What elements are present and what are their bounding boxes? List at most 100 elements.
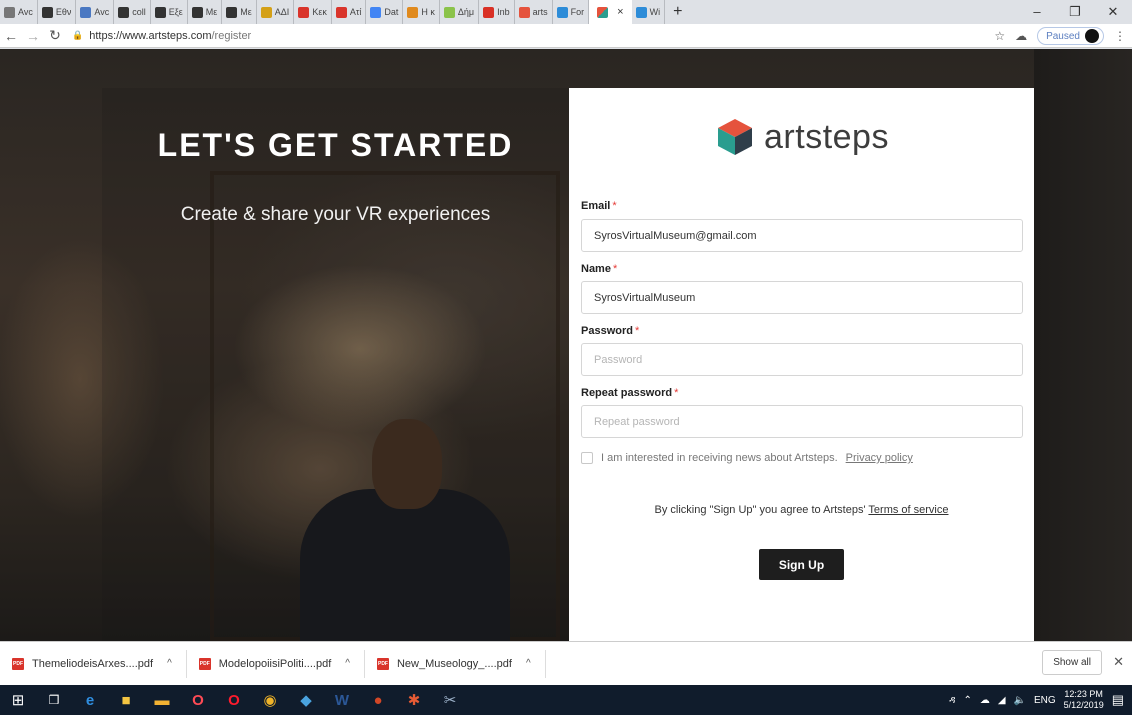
minimize-button[interactable]: – <box>1018 0 1056 24</box>
tab-title: Με <box>205 7 218 17</box>
bookmark-star-icon[interactable]: ☆ <box>994 29 1005 43</box>
tab-4[interactable]: Εξε <box>151 0 188 24</box>
chrome-icon[interactable]: ◉ <box>252 691 288 709</box>
word-icon[interactable]: W <box>324 692 360 709</box>
maximize-button[interactable]: ❐ <box>1056 0 1094 24</box>
password-label: Password * <box>581 325 640 337</box>
tab-title: Ατί <box>349 7 362 17</box>
tab-7[interactable]: ΑΔΙ <box>257 0 295 24</box>
artsteps-logo[interactable]: artsteps <box>569 116 1034 158</box>
tab-favicon-icon <box>635 6 647 18</box>
tab-favicon-icon <box>556 6 568 18</box>
close-tab-icon[interactable]: × <box>617 6 623 18</box>
tab-active-artsteps[interactable]: × <box>589 0 632 24</box>
system-tray: ዳ ⌃ ☁ ◢ 🔈 ENG 12:23 PM 5/12/2019 ▤ <box>949 685 1124 715</box>
tab-title: arts <box>532 7 548 17</box>
tab-11[interactable]: Η κ <box>403 0 440 24</box>
file-explorer-icon[interactable]: ▬ <box>144 692 180 709</box>
tab-14[interactable]: arts <box>515 0 553 24</box>
background-right <box>1034 49 1132 641</box>
terms-text: By clicking "Sign Up" you agree to Artst… <box>654 504 866 516</box>
tab-15[interactable]: For <box>553 0 590 24</box>
menu-icon[interactable]: ⋮ <box>1114 29 1126 43</box>
tab-2[interactable]: Avc <box>76 0 115 24</box>
profile-paused-button[interactable]: Paused <box>1037 27 1104 45</box>
opera-icon[interactable]: O <box>216 692 252 709</box>
paint-icon[interactable]: ✱ <box>396 691 432 709</box>
tab-13[interactable]: Inb <box>479 0 515 24</box>
volume-icon[interactable]: 🔈 <box>1014 695 1026 706</box>
notifications-icon[interactable]: ▤ <box>1112 692 1124 708</box>
tab-strip: Avc Εθν Avc coll Εξε Με Με ΑΔΙ Κεκ Ατί Dat Η κ Δήμ In… <box>0 0 1132 24</box>
tab-12[interactable]: Δήμ <box>440 0 480 24</box>
tab-5[interactable]: Με <box>188 0 223 24</box>
tab-0[interactable]: Avc <box>0 0 38 24</box>
tab-10[interactable]: Dat <box>366 0 404 24</box>
close-window-button[interactable]: ✕ <box>1094 0 1132 24</box>
cloud-extension-icon[interactable]: ☁ <box>1015 29 1027 43</box>
tab-title: ΑΔΙ <box>274 7 290 17</box>
store-icon[interactable]: ■ <box>108 692 144 709</box>
download-item[interactable]: PDF New_Museology_....pdf ^ <box>365 649 546 678</box>
url-host: https://www.artsteps.com <box>89 29 212 42</box>
download-options-chevron-icon[interactable]: ^ <box>526 658 531 669</box>
tab-title: Εθν <box>55 7 72 17</box>
onedrive-icon[interactable]: ☁ <box>980 695 990 706</box>
snipping-icon[interactable]: ✂ <box>432 691 468 709</box>
email-label: Email * <box>581 200 617 212</box>
repeat-password-field[interactable] <box>581 405 1023 438</box>
language-indicator[interactable]: ENG <box>1034 695 1056 706</box>
pdf-file-icon: PDF <box>198 657 211 670</box>
download-filename: ModelopoiisiPoliti....pdf <box>218 657 332 670</box>
forward-button[interactable]: → <box>22 28 44 44</box>
app-icon[interactable]: ◆ <box>288 691 324 709</box>
windows-taskbar: ⊞ ❒ e ■ ▬ O O ◉ ◆ W ● ✱ ✂ ዳ ⌃ ☁ ◢ 🔈 ENG … <box>0 685 1132 715</box>
download-filename: New_Museology_....pdf <box>396 657 512 670</box>
powerpoint-icon[interactable]: ● <box>360 692 396 709</box>
tab-title: Δήμ <box>457 7 475 17</box>
password-field[interactable] <box>581 343 1023 376</box>
opera-gx-icon[interactable]: O <box>180 692 216 709</box>
clock[interactable]: 12:23 PM 5/12/2019 <box>1064 689 1104 711</box>
sign-up-button[interactable]: Sign Up <box>759 549 844 580</box>
close-downloads-icon[interactable]: ✕ <box>1113 654 1124 670</box>
download-options-chevron-icon[interactable]: ^ <box>345 658 350 669</box>
reload-button[interactable]: ↻ <box>44 27 66 44</box>
newsletter-checkbox[interactable] <box>581 452 593 464</box>
tab-after[interactable]: Wi <box>632 0 666 24</box>
download-item[interactable]: PDF ThemeliodeisArxes....pdf ^ <box>0 649 187 678</box>
back-button[interactable]: ← <box>0 28 22 44</box>
tab-6[interactable]: Με <box>222 0 257 24</box>
download-options-chevron-icon[interactable]: ^ <box>167 658 172 669</box>
tab-9[interactable]: Ατί <box>332 0 367 24</box>
name-field[interactable] <box>581 281 1023 314</box>
tab-3[interactable]: coll <box>114 0 151 24</box>
task-view-icon[interactable]: ❒ <box>36 693 72 707</box>
repeat-password-label: Repeat password * <box>581 387 679 399</box>
people-icon[interactable]: ዳ <box>949 695 955 706</box>
terms-of-service-link[interactable]: Terms of service <box>868 504 948 516</box>
tab-title: coll <box>132 7 146 17</box>
start-icon[interactable]: ⊞ <box>0 691 36 709</box>
download-item[interactable]: PDF ModelopoiisiPoliti....pdf ^ <box>187 649 365 678</box>
tab-1[interactable]: Εθν <box>38 0 77 24</box>
tab-8[interactable]: Κεκ <box>294 0 332 24</box>
new-tab-button[interactable]: + <box>665 3 690 21</box>
artsteps-favicon-icon <box>597 6 609 18</box>
tab-favicon-icon <box>518 6 530 18</box>
tray-chevron-icon[interactable]: ⌃ <box>963 695 971 706</box>
terms-notice: By clicking "Sign Up" you agree to Artst… <box>569 504 1034 516</box>
tab-favicon-icon <box>260 6 272 18</box>
privacy-policy-link[interactable]: Privacy policy <box>846 452 913 464</box>
browser-toolbar: ← → ↻ 🔒 https://www.artsteps.com/registe… <box>0 24 1132 48</box>
name-label: Name * <box>581 263 618 275</box>
email-field[interactable] <box>581 219 1023 252</box>
tab-title: Κεκ <box>312 7 327 17</box>
downloads-list: PDF ThemeliodeisArxes....pdf ^ PDF Modelopoi… <box>0 649 546 678</box>
edge-icon[interactable]: e <box>72 692 108 709</box>
network-icon[interactable]: ◢ <box>998 695 1006 706</box>
address-bar[interactable]: 🔒 https://www.artsteps.com/register <box>72 30 251 42</box>
tab-title: Avc <box>94 7 110 17</box>
tab-favicon-icon <box>118 6 130 18</box>
show-all-button[interactable]: Show all <box>1042 650 1102 675</box>
